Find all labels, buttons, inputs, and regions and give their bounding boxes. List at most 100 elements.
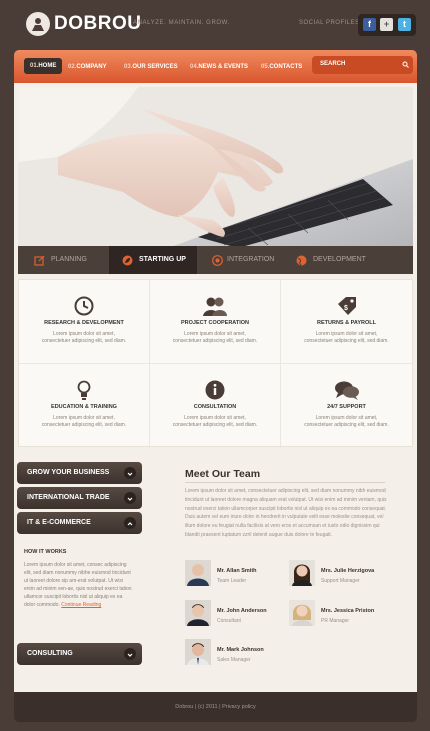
member-name: Mr. Allan Smith (217, 568, 257, 574)
nav-item-label: HOME (38, 63, 57, 69)
avatar (289, 600, 315, 626)
accordion-label: IT & E-COMMERCE (27, 519, 91, 526)
site-slogan: ANALYZE. MAINTAIN. GROW. (133, 20, 230, 26)
svg-text:$: $ (344, 305, 348, 312)
feature-text: Lorem ipsum dolor sit amet, consectetuer… (172, 415, 258, 428)
info-icon (205, 380, 225, 400)
feature-title: CONSULTATION (193, 404, 237, 410)
accordion-label: CONSULTING (27, 650, 73, 657)
feature-title: RESEARCH & DEVELOPMENT (44, 320, 124, 326)
people-icon (203, 297, 227, 316)
nav-item-home[interactable]: 01.HOME (24, 58, 63, 74)
member-name: Mr. Mark Johnson (217, 647, 264, 653)
leaf-icon (122, 255, 133, 266)
chevron-down-icon[interactable] (124, 648, 136, 660)
tab-label: DEVELOPMENT (313, 256, 366, 263)
tab-integration[interactable]: INTEGRATION (197, 246, 291, 274)
logo-text[interactable]: DOBROU (54, 13, 141, 35)
feature-title: EDUCATION & TRAINING (51, 404, 117, 410)
feature-card[interactable]: $ RETURNS & PAYROLL Lorem ipsum dolor si… (281, 280, 412, 364)
team-divider (185, 482, 385, 483)
feature-text: Lorem ipsum dolor sit amet, consectetuer… (304, 415, 389, 428)
nav-item-label: NEWS & EVENTS (198, 64, 249, 70)
team-member[interactable]: Mrs. Jessica Priston PR Manager (289, 600, 389, 630)
facebook-icon[interactable]: f (363, 18, 376, 31)
lightbulb-icon (77, 380, 91, 400)
team-member[interactable]: Mr. Mark Johnson Sales Manager (185, 639, 285, 669)
accordion-text: Lorem ipsum dolor sit amet, consec adipi… (24, 561, 132, 609)
feature-title: PROJECT COOPERATION (180, 320, 250, 326)
target-icon (212, 255, 223, 266)
globe-icon (296, 255, 307, 266)
feature-text: Lorem ipsum dolor sit amet, consectetuer… (41, 415, 127, 428)
tab-label: INTEGRATION (227, 256, 275, 263)
avatar (185, 600, 211, 626)
team-heading: Meet Our Team (185, 468, 261, 480)
tab-starting-up[interactable]: STARTING UP (109, 246, 197, 274)
social-profiles-label: SOCIAL PROFILES (299, 20, 360, 26)
nav-item-our-services[interactable]: 03.OUR SERVICES (124, 60, 178, 74)
accordion-it-e-commerce[interactable]: IT & E-COMMERCE (17, 512, 142, 534)
google-plus-icon[interactable]: + (380, 18, 393, 31)
feature-text: Lorem ipsum dolor sit amet, consectetuer… (41, 331, 127, 344)
edit-icon (34, 255, 45, 266)
avatar (185, 639, 211, 665)
accordion-consulting[interactable]: CONSULTING (17, 643, 142, 665)
member-role: Team Leader (217, 578, 247, 584)
twitter-icon[interactable]: t (398, 18, 411, 31)
search-icon[interactable] (402, 61, 409, 68)
member-name: Mrs. Jessica Priston (321, 608, 375, 614)
accordion-international-trade[interactable]: INTERNATIONAL TRADE (17, 487, 142, 509)
team-member[interactable]: Mr. Allan Smith Team Leader (185, 560, 285, 590)
feature-card[interactable]: 24/7 SUPPORT Lorem ipsum dolor sit amet,… (281, 364, 412, 448)
site-header: DOBROU ANALYZE. MAINTAIN. GROW. SOCIAL P… (0, 0, 430, 48)
nav-item-label: OUR SERVICES (132, 64, 178, 70)
feature-text: Lorem ipsum dolor sit amet, consectetuer… (304, 331, 389, 344)
feature-card[interactable]: CONSULTATION Lorem ipsum dolor sit amet,… (150, 364, 281, 448)
member-name: Mr. John Anderson (217, 608, 267, 614)
nav-item-news-events[interactable]: 04.NEWS & EVENTS (190, 60, 248, 74)
accordion-heading: HOW IT WORKS (24, 549, 67, 555)
main-content: PLANNING STARTING UP INTEGRATION DEVELOP… (14, 83, 417, 692)
member-role: Consultant (217, 618, 241, 624)
nav-item-company[interactable]: 02.COMPANY (68, 60, 107, 74)
site-footer: Dobrou | (c) 2011 | Privacy policy (14, 692, 417, 722)
nav-item-label: CONTACTS (269, 64, 303, 70)
avatar (289, 560, 315, 586)
continue-reading-link[interactable]: Continue Reading (61, 602, 101, 608)
feature-title: 24/7 SUPPORT (327, 404, 366, 410)
feature-card[interactable]: RESEARCH & DEVELOPMENT Lorem ipsum dolor… (19, 280, 150, 364)
tab-label: PLANNING (51, 256, 87, 263)
tab-planning[interactable]: PLANNING (18, 246, 109, 274)
chevron-down-icon[interactable] (124, 467, 136, 479)
chat-bubbles-icon (334, 381, 359, 400)
feature-card[interactable]: PROJECT COOPERATION Lorem ipsum dolor si… (150, 280, 281, 364)
search-input[interactable]: SEARCH (312, 56, 413, 74)
team-member[interactable]: Mrs. Julie Herzigova Support Manager (289, 560, 389, 590)
logo-icon[interactable] (26, 12, 50, 36)
member-role: PR Manager (321, 618, 350, 624)
feature-card[interactable]: EDUCATION & TRAINING Lorem ipsum dolor s… (19, 364, 150, 448)
nav-item-contacts[interactable]: 05.CONTACTS (261, 60, 302, 74)
accordion-grow-your-business[interactable]: GROW YOUR BUSINESS (17, 462, 142, 484)
accordion-label: INTERNATIONAL TRADE (27, 494, 110, 501)
service-tabs: PLANNING STARTING UP INTEGRATION DEVELOP… (18, 246, 413, 274)
team-intro-text: Lorem ipsum dolor sit amet, consectetuer… (185, 488, 387, 538)
price-tag-icon: $ (337, 297, 356, 315)
social-profiles-box: f + t (358, 14, 416, 36)
footer-text[interactable]: Dobrou | (c) 2011 | Privacy policy (14, 704, 417, 710)
hero-image (18, 87, 413, 248)
avatar (185, 560, 211, 586)
member-role: Sales Manager (217, 657, 251, 663)
team-member[interactable]: Mr. John Anderson Consultant (185, 600, 285, 630)
clock-icon (74, 296, 94, 316)
member-role: Support Manager (321, 578, 360, 584)
chevron-down-icon[interactable] (124, 492, 136, 504)
feature-text: Lorem ipsum dolor sit amet, consectetuer… (172, 331, 258, 344)
tab-development[interactable]: DEVELOPMENT (291, 246, 413, 274)
chevron-up-icon[interactable] (124, 517, 136, 529)
search-placeholder: SEARCH (320, 61, 346, 67)
tab-label: STARTING UP (139, 256, 186, 263)
nav-item-label: COMPANY (76, 64, 107, 70)
features-grid: RESEARCH & DEVELOPMENT Lorem ipsum dolor… (18, 279, 413, 448)
